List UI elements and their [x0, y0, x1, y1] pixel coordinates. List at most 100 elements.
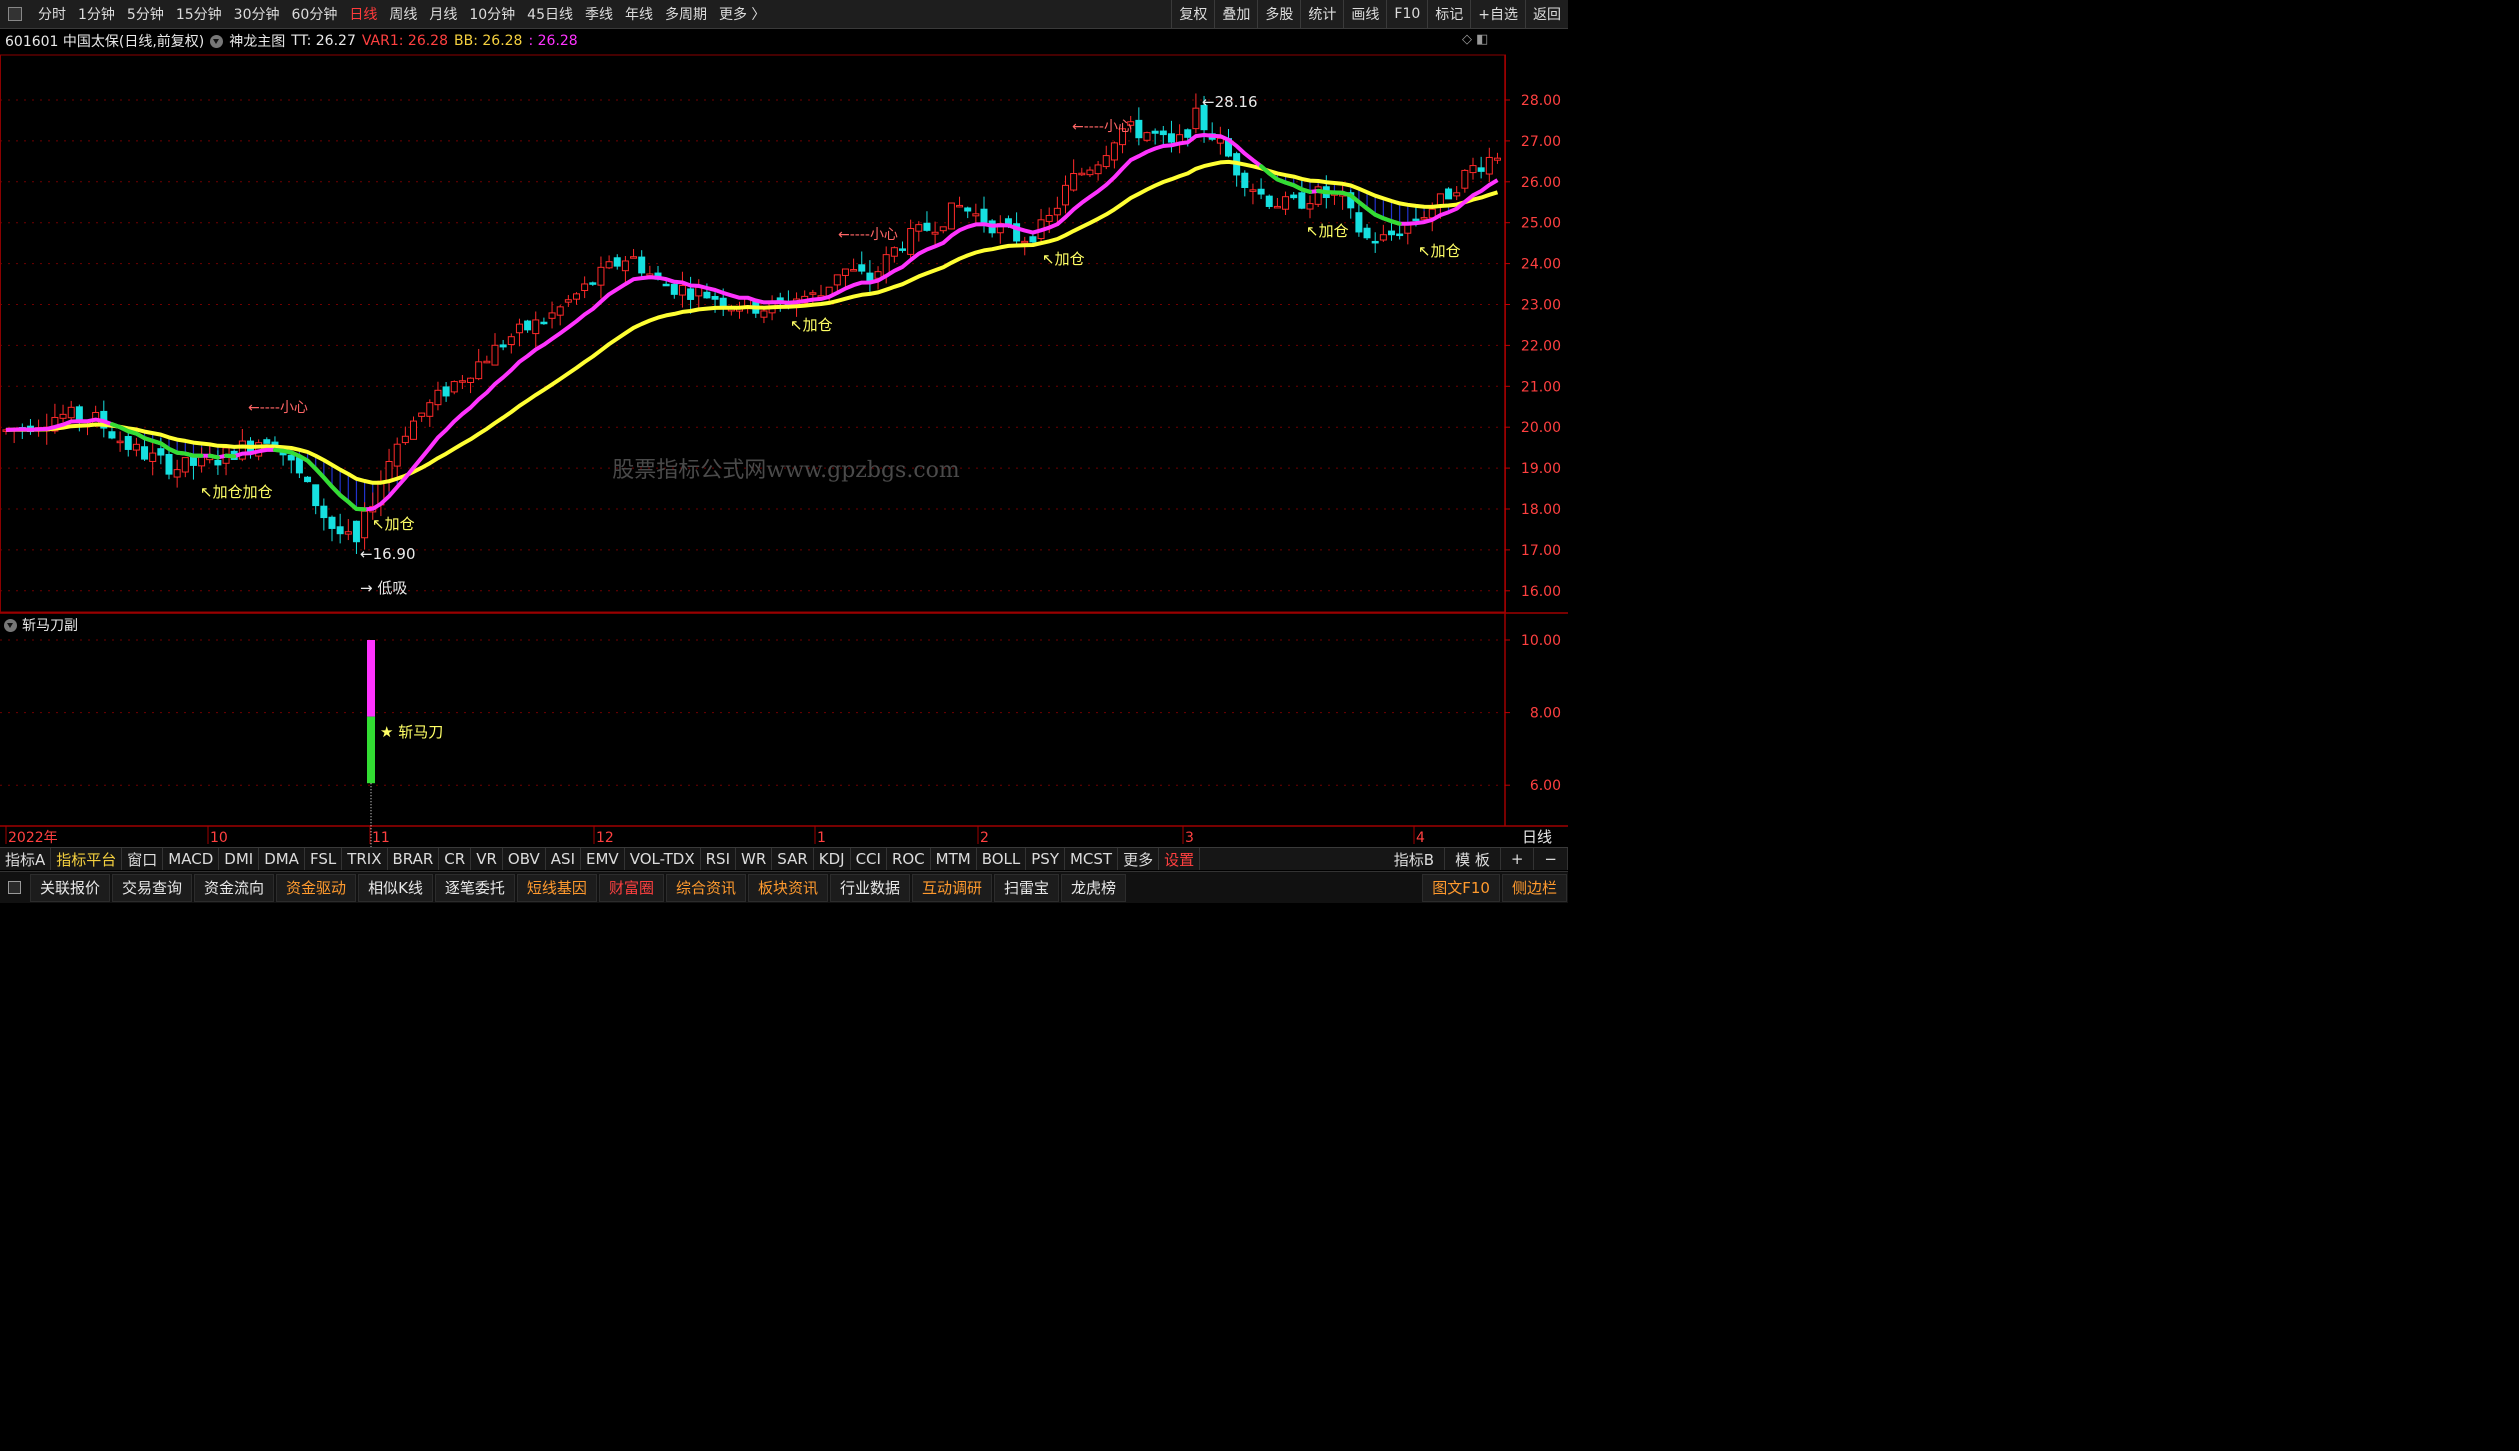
tab-bar-button[interactable]: − [1534, 848, 1568, 870]
candle[interactable] [515, 323, 523, 334]
candle[interactable] [980, 208, 988, 224]
candle[interactable] [67, 406, 75, 419]
candle[interactable] [1469, 165, 1477, 174]
candle[interactable] [956, 204, 964, 208]
indicator-tab[interactable]: MACD [163, 848, 220, 870]
candle[interactable] [458, 380, 466, 383]
function-button[interactable]: 逐笔委托 [434, 873, 515, 902]
candle[interactable] [833, 274, 841, 286]
indicator-tab[interactable]: EMV [581, 848, 625, 870]
candle[interactable] [678, 285, 686, 296]
candle[interactable] [59, 413, 67, 419]
candle[interactable] [564, 299, 572, 303]
candle[interactable] [1045, 214, 1053, 222]
candle[interactable] [621, 260, 629, 272]
candle[interactable] [964, 207, 972, 212]
candle[interactable] [524, 320, 532, 331]
indicator-tab[interactable]: DMA [259, 848, 305, 870]
indicator-tab[interactable]: KDJ [814, 848, 851, 870]
candle[interactable] [1306, 203, 1314, 210]
tab-bar-button[interactable]: 模 板 [1445, 848, 1501, 870]
indicator-tab[interactable]: 指标平台 [51, 848, 123, 870]
indicator-tab[interactable]: 更多 [1118, 848, 1160, 870]
candle[interactable] [1493, 157, 1501, 161]
candle[interactable] [719, 297, 727, 307]
function-button[interactable]: 关联报价 [30, 873, 111, 902]
candle[interactable] [124, 436, 132, 450]
candle[interactable] [189, 456, 197, 466]
indicator-tab[interactable]: OBV [503, 848, 546, 870]
candle[interactable] [1282, 196, 1290, 210]
candle[interactable] [548, 312, 556, 319]
candle[interactable] [418, 412, 426, 417]
indicator-tab[interactable]: MTM [931, 848, 977, 870]
candle[interactable] [410, 420, 417, 440]
function-button[interactable]: 互动调研 [912, 873, 993, 902]
indicator-tab[interactable]: 指标A [0, 848, 52, 870]
candle[interactable] [923, 222, 931, 231]
function-button[interactable]: 交易查询 [112, 873, 193, 902]
candle[interactable] [263, 439, 271, 444]
function-button[interactable]: 资金流向 [194, 873, 275, 902]
indicator-tab[interactable]: FSL [305, 848, 343, 870]
candle[interactable] [841, 268, 849, 276]
candle[interactable] [1151, 130, 1159, 134]
candle[interactable] [1379, 234, 1387, 241]
candle[interactable] [499, 344, 507, 348]
candle[interactable] [890, 247, 898, 257]
candle[interactable] [1192, 107, 1200, 130]
sub-indicator-name[interactable]: 斩马刀副 [22, 615, 78, 635]
candle[interactable] [1273, 205, 1281, 209]
candle[interactable] [385, 460, 393, 482]
candle[interactable] [165, 453, 173, 475]
function-button[interactable]: 资金驱动 [276, 873, 357, 902]
candle[interactable] [426, 402, 434, 417]
candle[interactable] [328, 516, 336, 529]
candle[interactable] [695, 286, 703, 297]
candle[interactable] [662, 283, 670, 287]
candle[interactable] [1363, 227, 1371, 239]
function-button[interactable]: 龙虎榜 [1061, 873, 1127, 902]
candle[interactable] [1053, 207, 1061, 216]
candle[interactable] [947, 202, 955, 230]
candle[interactable] [1388, 230, 1395, 236]
candle[interactable] [972, 213, 980, 217]
candle[interactable] [401, 435, 409, 444]
candle[interactable] [320, 505, 328, 519]
candle[interactable] [467, 377, 475, 383]
candle[interactable] [108, 431, 116, 439]
indicator-tab[interactable]: MCST [1065, 848, 1119, 870]
candle[interactable] [1102, 155, 1110, 168]
candle[interactable] [882, 254, 890, 276]
candle[interactable] [703, 291, 711, 299]
candle[interactable] [1241, 172, 1249, 188]
candle[interactable] [1143, 132, 1151, 141]
candle[interactable] [760, 310, 768, 318]
candle[interactable] [540, 321, 548, 325]
tab-bar-button[interactable]: + [1501, 848, 1535, 870]
candle[interactable] [1298, 192, 1306, 209]
candle[interactable] [1086, 169, 1094, 176]
candle[interactable] [287, 454, 295, 461]
candle[interactable] [173, 469, 181, 478]
candle[interactable] [907, 228, 915, 255]
function-button-right[interactable]: 侧边栏 [1501, 873, 1567, 902]
candle[interactable] [670, 283, 678, 295]
candle[interactable] [312, 484, 320, 507]
indicator-tab[interactable]: WR [736, 848, 773, 870]
candle[interactable] [1461, 169, 1469, 189]
candle[interactable] [711, 296, 719, 300]
candle[interactable] [532, 319, 540, 335]
candle[interactable] [589, 282, 597, 285]
indicator-tab[interactable]: CR [439, 848, 472, 870]
candle[interactable] [1265, 195, 1273, 207]
candle[interactable] [605, 261, 613, 269]
candle[interactable] [597, 266, 605, 286]
candle[interactable] [573, 293, 580, 300]
candle[interactable] [450, 381, 458, 393]
candle[interactable] [1355, 212, 1363, 233]
indicator-tab[interactable]: BRAR [388, 848, 440, 870]
candle[interactable] [858, 264, 866, 272]
candle[interactable] [507, 336, 515, 346]
indicator-tab[interactable]: 设置 [1159, 848, 1201, 870]
